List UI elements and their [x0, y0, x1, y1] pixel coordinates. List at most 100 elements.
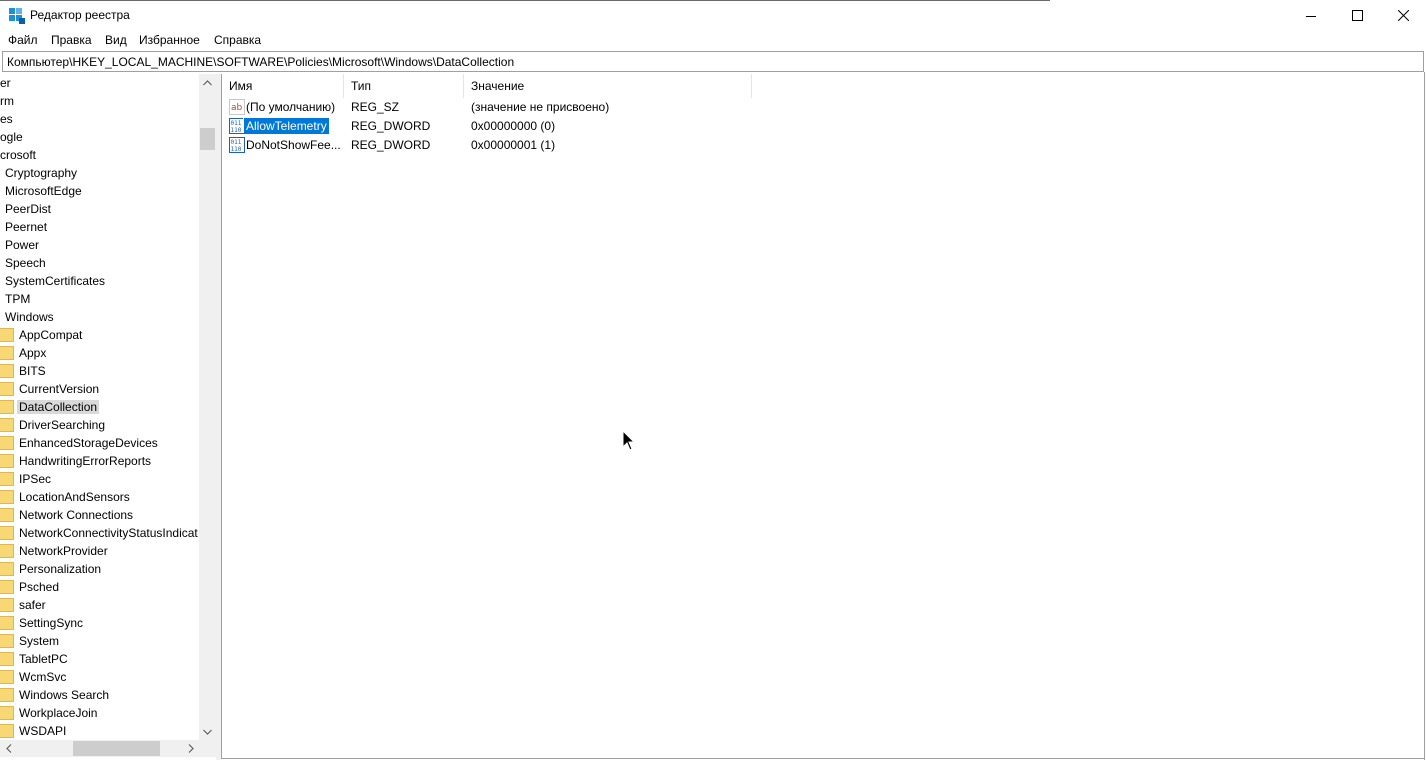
- menu-view[interactable]: Вид: [105, 33, 127, 47]
- value-data: (значение не присвоено): [471, 100, 610, 114]
- folder-icon: [0, 328, 14, 342]
- tree-item-selected[interactable]: DataCollection: [0, 398, 199, 416]
- folder-icon: [0, 706, 14, 720]
- folder-icon: [0, 508, 14, 522]
- tree-item[interactable]: System: [0, 632, 199, 650]
- folder-icon: [0, 598, 14, 612]
- tree-item-label: IPSec: [19, 472, 52, 486]
- window-top-border: [0, 0, 1050, 1]
- tree-item[interactable]: LocationAndSensors: [0, 488, 199, 506]
- tree-item-label: NetworkConnectivityStatusIndicat: [19, 526, 198, 540]
- tree-item[interactable]: SystemCertificates: [0, 272, 199, 290]
- folder-icon: [0, 472, 14, 486]
- column-header-data[interactable]: Значение: [464, 74, 752, 98]
- tree-item[interactable]: WorkplaceJoin: [0, 704, 199, 722]
- tree-item-label: Cryptography: [5, 166, 78, 180]
- chevron-up-icon: [203, 79, 212, 85]
- tree-item[interactable]: Personalization: [0, 560, 199, 578]
- tree-item-label: EnhancedStorageDevices: [19, 436, 158, 450]
- chevron-down-icon: [203, 729, 212, 735]
- tree-item[interactable]: ogle: [0, 128, 199, 146]
- column-header-name[interactable]: Имя: [222, 74, 344, 98]
- tree-item[interactable]: Peernet: [0, 218, 199, 236]
- value-row-selected[interactable]: 011 110 AllowTelemetry REG_DWORD 0x00000…: [222, 117, 752, 136]
- tree-item[interactable]: AppCompat: [0, 326, 199, 344]
- tree-item[interactable]: DriverSearching: [0, 416, 199, 434]
- svg-text:ab: ab: [231, 103, 243, 113]
- tree-item-label: DataCollection: [17, 400, 100, 414]
- minimize-button[interactable]: [1288, 0, 1334, 31]
- folder-icon: [0, 580, 14, 594]
- binary-value-icon: 011 110: [229, 137, 245, 153]
- tree-item[interactable]: SettingSync: [0, 614, 199, 632]
- tree-item[interactable]: EnhancedStorageDevices: [0, 434, 199, 452]
- address-bar[interactable]: Компьютер\HKEY_LOCAL_MACHINE\SOFTWARE\Po…: [2, 51, 1424, 72]
- tree-item[interactable]: er: [0, 74, 199, 92]
- tree-item[interactable]: NetworkConnectivityStatusIndicat: [0, 524, 199, 542]
- tree-item-label: SystemCertificates: [5, 274, 106, 288]
- tree-item[interactable]: WSDAPI: [0, 722, 199, 740]
- tree-item[interactable]: rm: [0, 92, 199, 110]
- svg-text:110: 110: [231, 146, 242, 153]
- menu-help[interactable]: Справка: [214, 33, 261, 47]
- tree-item[interactable]: safer: [0, 596, 199, 614]
- tree-item-label: WcmSvc: [19, 670, 67, 684]
- values-bottom-border: [221, 758, 1425, 759]
- address-path: Компьютер\HKEY_LOCAL_MACHINE\SOFTWARE\Po…: [7, 55, 515, 69]
- tree-item-label: Peernet: [5, 220, 48, 234]
- scroll-down-button[interactable]: [199, 723, 216, 740]
- close-button[interactable]: [1380, 0, 1426, 31]
- tree-item-label: HandwritingErrorReports: [19, 454, 152, 468]
- tree-item-label: er: [0, 76, 11, 90]
- tree-item[interactable]: Windows Search: [0, 686, 199, 704]
- tree-item[interactable]: BITS: [0, 362, 199, 380]
- value-name: AllowTelemetry: [243, 117, 330, 135]
- tree-item[interactable]: Windows: [0, 308, 199, 326]
- scroll-right-button[interactable]: [182, 740, 199, 757]
- value-name: (По умолчанию): [246, 100, 336, 114]
- tree-horizontal-scrollbar[interactable]: [0, 740, 199, 757]
- title-bar[interactable]: Редактор реестра: [0, 0, 1426, 31]
- column-header-type[interactable]: Тип: [344, 74, 464, 98]
- tree-vertical-scrollbar[interactable]: [199, 74, 216, 740]
- folder-icon: [0, 490, 14, 504]
- tree-item-label: Appx: [19, 346, 47, 360]
- tree-item[interactable]: Psched: [0, 578, 199, 596]
- window-right-border: [1424, 72, 1425, 760]
- tree-item[interactable]: Speech: [0, 254, 199, 272]
- key-tree[interactable]: er rm es ogle crosoft Cryptography MicrosoftEd…: [0, 74, 216, 760]
- tree-item[interactable]: Appx: [0, 344, 199, 362]
- tree-item[interactable]: Network Connections: [0, 506, 199, 524]
- value-row[interactable]: ab (По умолчанию) REG_SZ (значение не пр…: [222, 98, 752, 117]
- scroll-left-button[interactable]: [0, 740, 17, 757]
- tree-item[interactable]: CurrentVersion: [0, 380, 199, 398]
- value-row[interactable]: 011 110 DoNotShowFee... REG_DWORD 0x0000…: [222, 136, 752, 155]
- tree-item-label: ogle: [0, 130, 23, 144]
- tree-item[interactable]: PeerDist: [0, 200, 199, 218]
- folder-icon: [0, 724, 14, 738]
- horizontal-scroll-thumb[interactable]: [73, 741, 160, 756]
- tree-item[interactable]: WcmSvc: [0, 668, 199, 686]
- tree-item[interactable]: IPSec: [0, 470, 199, 488]
- tree-item-label: NetworkProvider: [19, 544, 108, 558]
- folder-icon: [0, 454, 14, 468]
- tree-item-label: Network Connections: [19, 508, 134, 522]
- scroll-up-button[interactable]: [199, 74, 216, 91]
- folder-icon: [0, 670, 14, 684]
- tree-item[interactable]: es: [0, 110, 199, 128]
- tree-item[interactable]: MicrosoftEdge: [0, 182, 199, 200]
- tree-item[interactable]: crosoft: [0, 146, 199, 164]
- values-pane[interactable]: Имя Тип Значение ab (По умолчанию) REG_S…: [221, 74, 1424, 758]
- tree-item[interactable]: NetworkProvider: [0, 542, 199, 560]
- maximize-button[interactable]: [1334, 0, 1380, 31]
- tree-item-label: MicrosoftEdge: [5, 184, 82, 198]
- menu-favorites[interactable]: Избранное: [139, 33, 200, 47]
- menu-edit[interactable]: Правка: [51, 33, 92, 47]
- tree-item[interactable]: Power: [0, 236, 199, 254]
- tree-item[interactable]: TabletPC: [0, 650, 199, 668]
- menu-file[interactable]: Файл: [8, 33, 38, 47]
- tree-item[interactable]: TPM: [0, 290, 199, 308]
- tree-item[interactable]: HandwritingErrorReports: [0, 452, 199, 470]
- vertical-scroll-thumb[interactable]: [200, 128, 215, 150]
- tree-item[interactable]: Cryptography: [0, 164, 199, 182]
